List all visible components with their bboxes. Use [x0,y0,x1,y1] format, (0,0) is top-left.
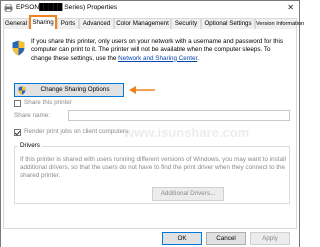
change-sharing-options-button[interactable]: Change Sharing Options [14,83,124,97]
tab-optional-settings[interactable]: Optional Settings [201,18,255,29]
window-title: EPSON█████ Series) Properties [16,4,118,11]
additional-drivers-button[interactable]: Additional Drivers... [152,187,224,201]
share-printer-label: Share this printer [24,99,72,106]
tab-general[interactable]: General [3,18,29,29]
tab-strip: General Sharing Ports Advanced Color Man… [3,15,304,30]
tab-security[interactable]: Security [171,18,201,29]
network-sharing-center-link[interactable]: Network and Sharing Center [118,55,197,62]
change-sharing-options-label: Change Sharing Options [40,86,110,93]
sharing-info-end: . [197,54,200,62]
ok-button[interactable]: OK [162,232,202,245]
tab-advanced[interactable]: Advanced [79,18,114,29]
uac-shield-icon [18,86,26,95]
watermark: www.isunshare.com [124,125,250,140]
share-name-label: Share name: [14,112,51,119]
sharing-panel: If you share this printer, only users on… [3,29,297,229]
uac-shield-icon [12,40,25,56]
apply-button[interactable]: Apply [250,232,290,245]
tab-ports[interactable]: Ports [57,18,79,29]
printer-properties-window: EPSON█████ Series) Properties ✕ General … [0,0,304,247]
tab-color-management[interactable]: Color Management [114,18,171,29]
render-print-jobs-label: Render print jobs on client computers [24,128,129,135]
drivers-description: If this printer is shared with users run… [20,156,286,180]
cancel-button[interactable]: Cancel [206,232,246,245]
printer-icon [4,4,13,12]
tab-version-information[interactable]: Version Information [255,18,304,29]
orange-arrow-icon [129,86,155,94]
title-bar: EPSON█████ Series) Properties ✕ [1,1,299,15]
share-name-input[interactable] [68,110,290,121]
share-printer-checkbox[interactable] [14,100,21,107]
close-icon[interactable]: ✕ [287,3,294,12]
sharing-info-text: If you share this printer, only users on… [31,38,291,63]
drivers-group-title: Drivers [18,142,42,149]
render-print-jobs-checkbox[interactable] [14,129,21,136]
tab-sharing[interactable]: Sharing [29,15,57,30]
